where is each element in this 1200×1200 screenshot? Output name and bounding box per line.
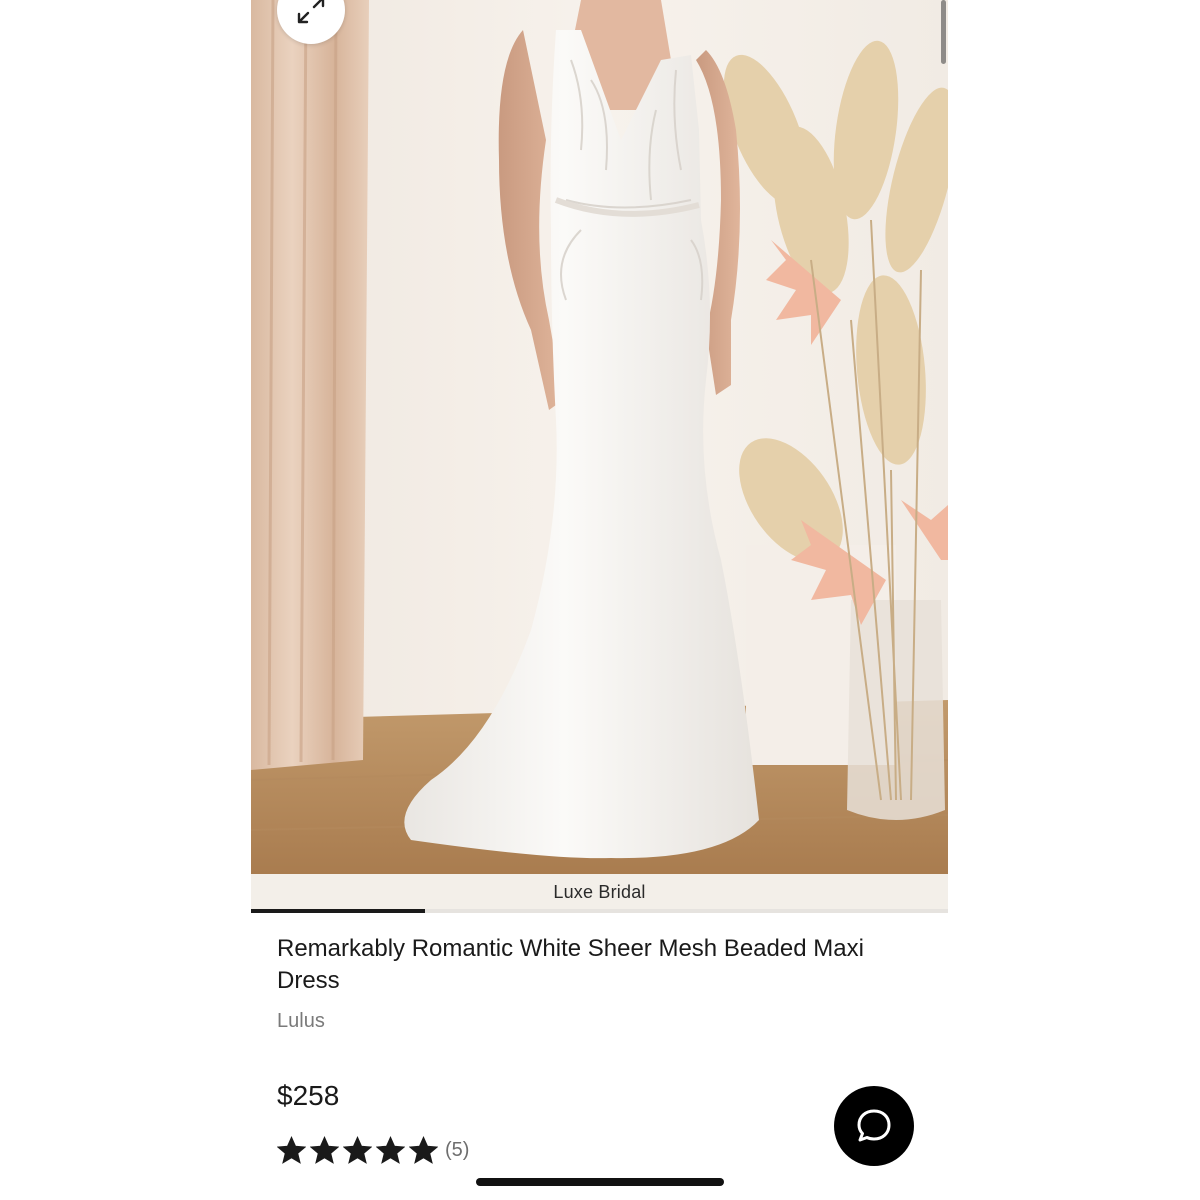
home-indicator (476, 1178, 724, 1186)
star-filled-icon (277, 1136, 306, 1164)
gallery-progress-track (251, 909, 948, 913)
expand-arrows-icon (297, 0, 325, 24)
chat-bubble-icon (857, 1109, 891, 1142)
product-rating[interactable]: (5) (277, 1136, 469, 1165)
star-filled-icon (376, 1136, 405, 1164)
product-price: $258 (277, 1080, 340, 1111)
scroll-indicator (941, 0, 946, 64)
product-title: Remarkably Romantic White Sheer Mesh Bea… (277, 935, 864, 994)
star-filled-icon (409, 1136, 438, 1164)
gallery-progress-fill (251, 909, 426, 913)
star-filled-icon (343, 1136, 372, 1164)
star-filled-icon (310, 1136, 339, 1164)
image-caption-bar: Luxe Bridal (251, 874, 948, 910)
star-rating (277, 1136, 438, 1165)
chat-button[interactable] (834, 1086, 914, 1166)
image-caption: Luxe Bridal (553, 881, 646, 902)
product-brand[interactable]: Lulus (277, 1010, 325, 1033)
product-photo (251, 0, 948, 874)
product-page: Luxe Bridal Remarkably Romantic White Sh… (251, 0, 948, 1200)
review-count[interactable]: (5) (445, 1139, 469, 1162)
product-image-gallery[interactable]: Luxe Bridal (251, 0, 948, 910)
